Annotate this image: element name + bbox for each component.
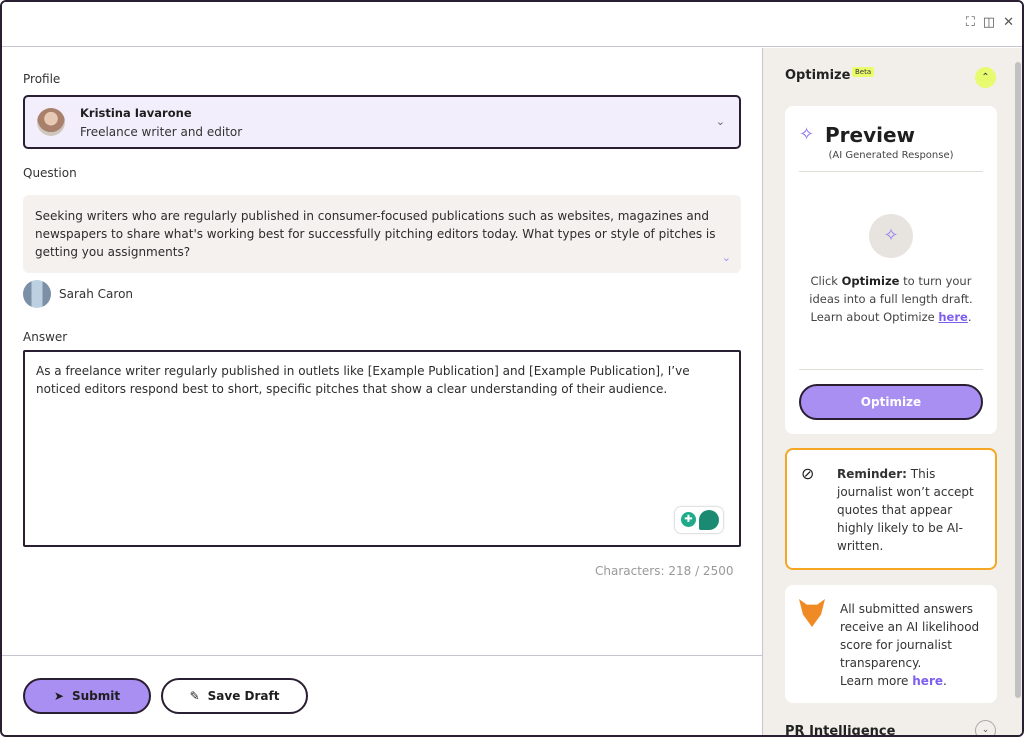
- learn-more-text: Learn more: [840, 674, 913, 688]
- optimize-button[interactable]: Optimize: [799, 384, 983, 420]
- learn-more-end: .: [943, 674, 947, 688]
- ai-notice-text: All submitted answers receive an AI like…: [840, 600, 990, 690]
- optimize-sidebar: Optimize Beta ⌃ ✧ Preview (AI Generated …: [762, 48, 1022, 735]
- character-count: Characters: 218 / 2500: [595, 564, 734, 578]
- author-name: Sarah Caron: [59, 287, 134, 301]
- close-icon[interactable]: ✕: [1003, 16, 1014, 30]
- scroll-thumb[interactable]: [1015, 62, 1021, 698]
- preview-subtitle: (AI Generated Response): [828, 150, 954, 161]
- ai-notice-card: All submitted answers receive an AI like…: [785, 585, 997, 703]
- answer-form: Profile Kristina Iavarone Freelance writ…: [2, 48, 762, 735]
- sparkle-icon: ✧: [799, 124, 815, 145]
- save-draft-label: Save Draft: [207, 689, 280, 703]
- divider: [799, 369, 983, 370]
- pencil-icon: ✎: [189, 689, 200, 703]
- avatar: [37, 108, 65, 136]
- learn-more-link[interactable]: here: [912, 674, 943, 688]
- beta-badge: Beta: [852, 67, 875, 77]
- preview-title: Preview: [825, 123, 916, 147]
- submit-label: Submit: [71, 689, 121, 703]
- answer-text: As a freelance writer regularly publishe…: [36, 364, 690, 396]
- save-draft-button[interactable]: ✎ Save Draft: [161, 678, 308, 714]
- reminder-text: Reminder: This journalist won’t accept q…: [837, 465, 987, 555]
- send-icon: ➤: [53, 689, 64, 703]
- expand-icon[interactable]: ⛶: [966, 16, 975, 30]
- assistant-chat-icon[interactable]: [699, 510, 719, 530]
- window-controls: ⛶ ◫ ✕: [966, 16, 1014, 30]
- top-bar: ⛶ ◫ ✕: [2, 2, 1022, 47]
- profile-select[interactable]: Kristina Iavarone Freelance writer and e…: [23, 95, 741, 149]
- sidebar-title: Optimize: [785, 68, 851, 83]
- avatar: [23, 280, 51, 308]
- chevron-down-icon[interactable]: ⌄: [975, 720, 996, 735]
- profile-role: Freelance writer and editor: [80, 125, 243, 139]
- question-text: Seeking writers who are regularly publis…: [35, 209, 716, 259]
- preview-text: .: [967, 310, 972, 324]
- question-label: Question: [23, 166, 77, 180]
- submit-button[interactable]: ➤ Submit: [23, 678, 151, 714]
- assistant-bulb-icon[interactable]: ✚: [681, 512, 696, 527]
- chevron-down-icon: ⌄: [715, 115, 725, 128]
- question-text-box: Seeking writers who are regularly publis…: [23, 195, 741, 273]
- preview-text: Click: [810, 274, 842, 288]
- reminder-card: ⊘ Reminder: This journalist won’t accept…: [785, 448, 997, 570]
- collapse-button[interactable]: ⌃: [975, 67, 996, 88]
- learn-optimize-link[interactable]: here: [938, 310, 967, 324]
- profile-name: Kristina Iavarone: [80, 106, 192, 120]
- divider: [799, 171, 983, 172]
- footer-divider: [2, 655, 762, 656]
- modal-window: ⛶ ◫ ✕ Profile Kristina Iavarone Freelanc…: [0, 0, 1024, 737]
- preview-description: Click Optimize to turn your ideas into a…: [799, 272, 983, 326]
- answer-textarea[interactable]: As a freelance writer regularly publishe…: [23, 350, 741, 547]
- preview-card: ✧ Preview (AI Generated Response) ✧ Clic…: [785, 106, 997, 434]
- preview-text-bold: Optimize: [841, 274, 900, 288]
- expand-chevron-icon[interactable]: ⌄: [722, 249, 731, 267]
- sidebar-scrollbar[interactable]: [1014, 48, 1022, 735]
- writing-assistant-widget[interactable]: ✚: [675, 507, 723, 533]
- sparkle-icon: ✧: [869, 214, 913, 258]
- profile-label: Profile: [23, 72, 61, 86]
- fox-logo-icon: [799, 599, 825, 627]
- pr-intelligence-title[interactable]: PR Intelligence: [785, 724, 895, 735]
- ai-notice-body: All submitted answers receive an AI like…: [840, 602, 980, 670]
- reminder-label: Reminder:: [837, 467, 907, 481]
- split-view-icon[interactable]: ◫: [983, 16, 995, 30]
- answer-label: Answer: [23, 330, 68, 344]
- no-robot-icon: ⊘: [801, 464, 815, 483]
